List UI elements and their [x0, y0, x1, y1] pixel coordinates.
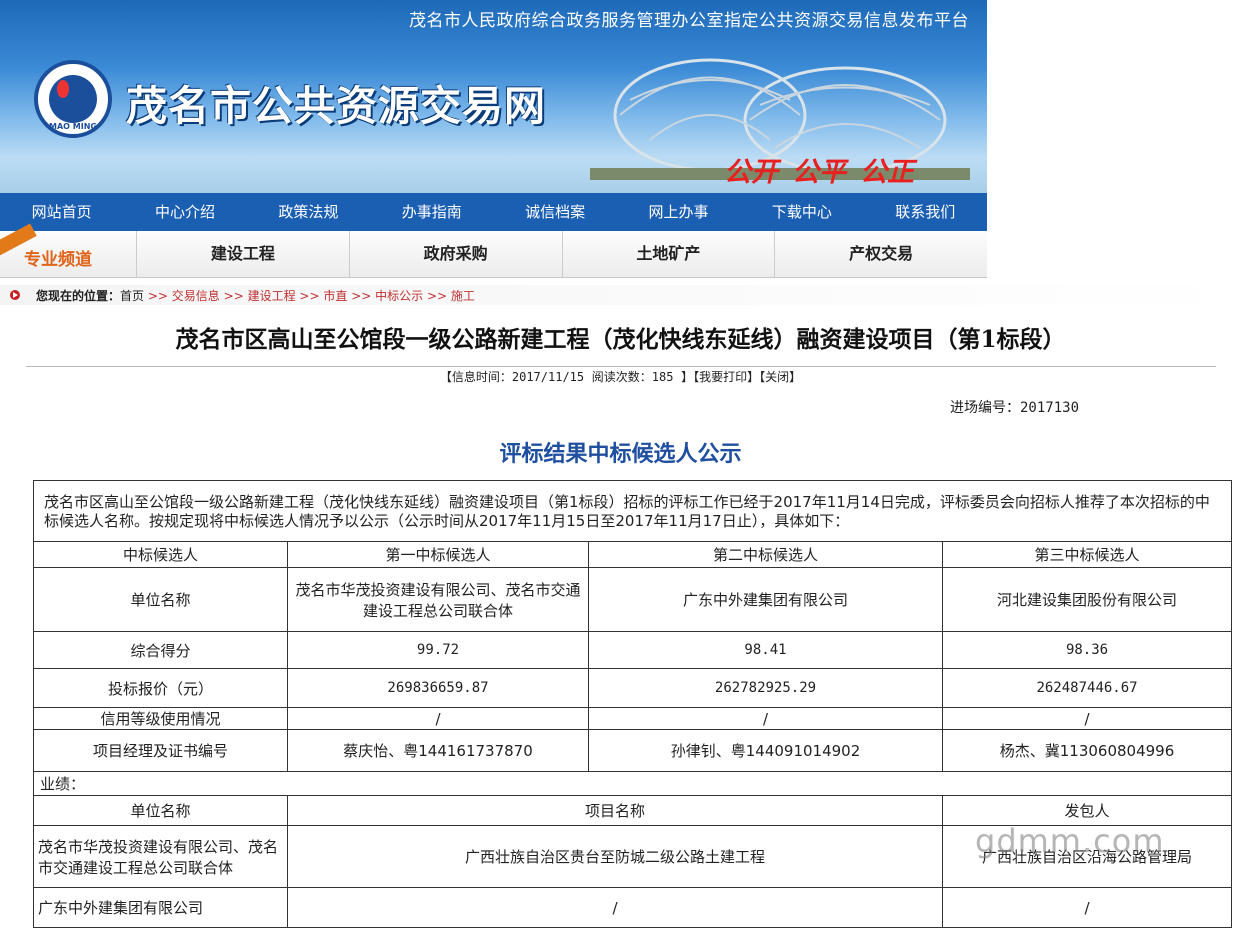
nav-guide[interactable]: 办事指南 — [370, 193, 493, 231]
nav-center-intro[interactable]: 中心介绍 — [123, 193, 246, 231]
notice-title: 评标结果中标候选人公示 — [499, 442, 742, 467]
table-cell: 98.41 — [588, 631, 943, 669]
tab-property-rights[interactable]: 产权交易 — [775, 231, 987, 277]
nav-online-service[interactable]: 网上办事 — [617, 193, 740, 231]
print-close-links[interactable]: 】【我要打印】【关闭】 — [681, 370, 801, 384]
nav-home[interactable]: 网站首页 — [0, 193, 123, 231]
breadcrumb-trade-info[interactable]: 交易信息 — [172, 289, 220, 303]
table-cell: 262487446.67 — [941, 668, 1233, 708]
table-cell: 广东中外建集团有限公司 — [588, 567, 943, 632]
nav-credit[interactable]: 诚信档案 — [494, 193, 617, 231]
watermark: gdmm.com — [975, 822, 1165, 860]
row-label: 综合得分 — [33, 631, 288, 669]
table-cell: 茂名市华茂投资建设有限公司、茂名市交通建设工程总公司联合体 — [287, 567, 589, 632]
table-row: 广东中外建集团有限公司 / / — [33, 887, 1233, 928]
table-cell: / — [287, 707, 589, 730]
table-cell: 河北建设集团股份有限公司 — [941, 567, 1233, 632]
project-number: 进场编号：2017130 — [950, 400, 1080, 416]
page-title: 茂名市区高山至公馆段一级公路新建工程（茂化快线东延线）融资建设项目（第1标段） — [175, 326, 1066, 353]
breadcrumb-lead: 您现在的位置： — [36, 289, 121, 303]
breadcrumb-construction[interactable]: 建设工程 — [248, 289, 296, 303]
table-header-row: 中标候选人 第一中标候选人 第二中标候选人 第三中标候选人 — [33, 541, 1233, 568]
table-header: 发包人 — [941, 795, 1233, 826]
table-cell: 广东中外建集团有限公司 — [33, 887, 288, 928]
site-banner: 茂名市人民政府综合政务服务管理办公室指定公共资源交易信息发布平台 MAO MIN… — [0, 0, 987, 193]
channel-label: 专业频道 — [0, 223, 137, 277]
table-cell: 孙律钊、粤144091014902 — [588, 729, 943, 772]
nav-contact[interactable]: 联系我们 — [864, 193, 987, 231]
table-intro: 茂名市区高山至公馆段一级公路新建工程（茂化快线东延线）融资建设项目（第1标段）招… — [32, 480, 1233, 542]
breadcrumb-home[interactable]: 首页 — [120, 289, 144, 303]
table-cell: 广西壮族自治区贵台至防城二级公路土建工程 — [287, 825, 943, 888]
table-header: 单位名称 — [33, 795, 288, 826]
tab-gov-procurement[interactable]: 政府采购 — [350, 231, 563, 277]
nav-download[interactable]: 下载中心 — [740, 193, 863, 231]
table-cell: / — [588, 707, 943, 730]
row-label: 信用等级使用情况 — [33, 707, 288, 730]
platform-notice: 茂名市人民政府综合政务服务管理办公室指定公共资源交易信息发布平台 — [409, 11, 969, 31]
slogan: 公开 公平 公正 — [724, 157, 914, 188]
breadcrumb: 您现在的位置：首页 >> 交易信息 >> 建设工程 >> 市直 >> 中标公示 … — [0, 285, 1241, 305]
table-row: 信用等级使用情况 / / / — [33, 707, 1233, 730]
article-meta: 【信息时间：2017/11/15 阅读次数：185 】【我要打印】【关闭】 — [439, 370, 802, 384]
table-header: 中标候选人 — [33, 541, 288, 568]
table-cell: / — [941, 887, 1233, 928]
table-cell: / — [287, 887, 943, 928]
row-label: 项目经理及证书编号 — [33, 729, 288, 772]
table-cell: 蔡庆怡、粤144161737870 — [287, 729, 589, 772]
table-cell: 262782925.29 — [588, 668, 943, 708]
table-row: 综合得分 99.72 98.41 98.36 — [33, 631, 1233, 669]
table-row: 单位名称 茂名市华茂投资建设有限公司、茂名市交通建设工程总公司联合体 广东中外建… — [33, 567, 1233, 632]
table-row: 项目经理及证书编号 蔡庆怡、粤144161737870 孙律钊、粤1440910… — [33, 729, 1233, 772]
site-title: 茂名市公共资源交易网 — [126, 82, 546, 130]
publish-date: 2017/11/15 — [511, 370, 585, 384]
row-label: 单位名称 — [33, 567, 288, 632]
title-divider — [26, 366, 1216, 367]
main-nav: 网站首页 中心介绍 政策法规 办事指南 诚信档案 网上办事 下载中心 联系我们 — [0, 193, 987, 231]
tab-land-mineral[interactable]: 土地矿产 — [563, 231, 776, 277]
table-cell: / — [941, 707, 1233, 730]
breadcrumb-arrow-icon — [10, 290, 20, 300]
breadcrumb-award-notice[interactable]: 中标公示 — [375, 289, 423, 303]
table-cell: 杨杰、冀113060804996 — [941, 729, 1233, 772]
table-cell: 茂名市华茂投资建设有限公司、茂名市交通建设工程总公司联合体 — [33, 825, 288, 888]
breadcrumb-city[interactable]: 市直 — [323, 289, 347, 303]
table-cell: 99.72 — [287, 631, 589, 669]
table-header: 第一中标候选人 — [287, 541, 589, 568]
table-cell: 269836659.87 — [287, 668, 589, 708]
table-row: 投标报价（元） 269836659.87 262782925.29 262487… — [33, 668, 1233, 708]
view-count: 185 — [651, 370, 674, 384]
channel-nav: 专业频道 建设工程 政府采购 土地矿产 产权交易 — [0, 223, 987, 278]
candidate-table: 茂名市区高山至公馆段一级公路新建工程（茂化快线东延线）融资建设项目（第1标段）招… — [32, 480, 1233, 928]
table-cell: 98.36 — [941, 631, 1233, 669]
row-label: 投标报价（元） — [33, 668, 288, 708]
performance-label: 业绩： — [32, 771, 1233, 796]
table-header: 项目名称 — [287, 795, 943, 826]
nav-policies[interactable]: 政策法规 — [247, 193, 370, 231]
site-logo-icon[interactable]: MAO MING — [34, 60, 112, 138]
perf-header-row: 单位名称 项目名称 发包人 — [33, 795, 1233, 826]
breadcrumb-construction-work[interactable]: 施工 — [451, 289, 475, 303]
tab-construction[interactable]: 建设工程 — [137, 231, 350, 277]
table-header: 第二中标候选人 — [588, 541, 943, 568]
table-header: 第三中标候选人 — [941, 541, 1233, 568]
